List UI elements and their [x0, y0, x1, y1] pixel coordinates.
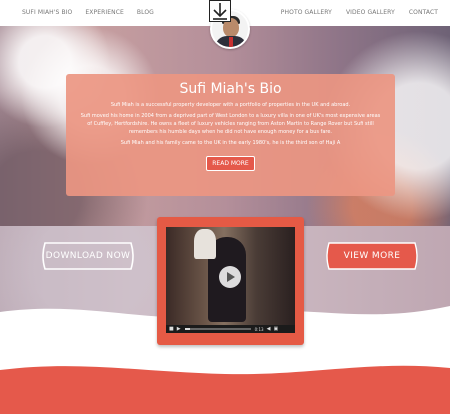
view-more-label: VIEW MORE [343, 251, 401, 261]
nav-item-video-gallery[interactable]: VIDEO GALLERY [346, 9, 395, 16]
download-now-label: DOWNLOAD NOW [45, 251, 131, 261]
nav-item-bio[interactable]: SUFI MIAH'S BIO [22, 9, 72, 16]
video-controls: ■ ▶ 0:13 ◀ ▣ [166, 325, 295, 333]
bio-title: Sufi Miah's Bio [179, 81, 282, 97]
bio-text: Sufi Miah is a successful property devel… [66, 101, 395, 147]
view-more-button[interactable]: VIEW MORE [323, 240, 421, 272]
volume-icon[interactable]: ◀ [267, 326, 271, 332]
bio-paragraph: Sufi Miah and his family came to the UK … [120, 140, 341, 146]
download-now-button[interactable]: DOWNLOAD NOW [39, 240, 137, 272]
nav-left-group: SUFI MIAH'S BIO EXPERIENCE BLOG [22, 9, 167, 16]
nav-item-photo-gallery[interactable]: PHOTO GALLERY [281, 9, 332, 16]
bio-card: Sufi Miah's Bio Sufi Miah is a successfu… [66, 74, 395, 196]
video-player-frame: ■ ▶ 0:13 ◀ ▣ [157, 217, 304, 345]
bio-paragraph: Sufi moved his home in 2004 from a depri… [80, 113, 381, 135]
video-progress-fill [184, 328, 190, 330]
download-arrow-icon[interactable] [209, 0, 231, 22]
skip-icon[interactable]: ▶ [177, 326, 181, 332]
pause-icon[interactable]: ■ [169, 326, 174, 332]
fullscreen-icon[interactable]: ▣ [273, 326, 278, 332]
nav-item-experience[interactable]: EXPERIENCE [85, 9, 124, 16]
nav-right-group: PHOTO GALLERY VIDEO GALLERY CONTACT [267, 9, 438, 16]
video-time: 0:13 [254, 326, 264, 332]
video-progress-bar[interactable] [184, 328, 251, 330]
nav-item-blog[interactable]: BLOG [137, 9, 154, 16]
video-screen[interactable] [166, 227, 295, 325]
read-more-button[interactable]: READ MORE [206, 156, 255, 171]
profile-avatar-group [208, 0, 252, 50]
play-icon[interactable] [219, 266, 241, 288]
bio-paragraph: Sufi Miah is a successful property devel… [110, 102, 351, 108]
nav-item-contact[interactable]: CONTACT [409, 9, 438, 16]
